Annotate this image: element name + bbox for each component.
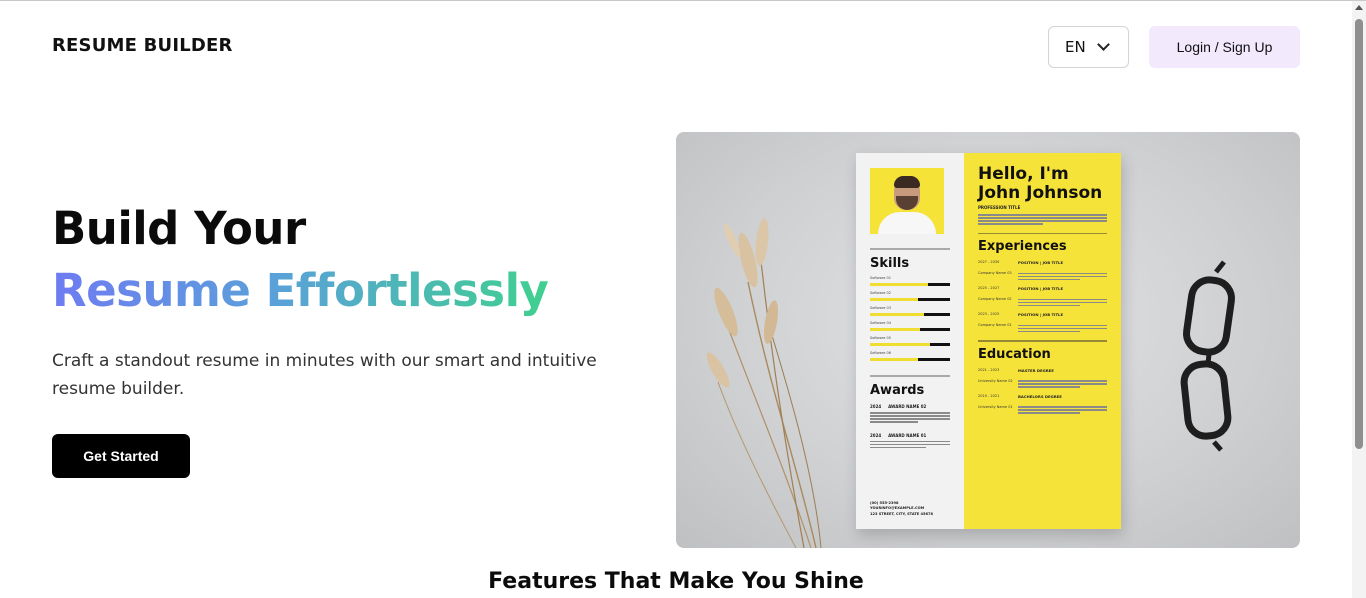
hero-image: Skills Software 01 Software 02 Software …	[676, 132, 1300, 548]
skill-item: Software 01	[870, 276, 950, 286]
avatar	[870, 168, 944, 234]
resume-education-heading: Education	[978, 346, 1051, 362]
scroll-up-arrow-icon[interactable]	[1355, 5, 1363, 10]
education-item: 2019 - 2021 BACHELORS DEGREE University N…	[978, 394, 1107, 414]
resume-left-column: Skills Software 01 Software 02 Software …	[856, 153, 964, 529]
scrollbar-thumb[interactable]	[1355, 19, 1363, 449]
language-select[interactable]: EN	[1048, 26, 1129, 68]
resume-right-column: Hello, I'm John Johnson PROFESSION TITLE…	[964, 153, 1121, 529]
page-scrollbar[interactable]	[1352, 1, 1366, 598]
education-item: 2021 - 2023 MASTER DEGREE University Name…	[978, 368, 1107, 388]
resume-template-preview: Skills Software 01 Software 02 Software …	[856, 153, 1121, 529]
features-heading: Features That Make You Shine	[488, 569, 864, 594]
resume-greeting: Hello, I'm John Johnson	[978, 164, 1103, 203]
skill-item: Software 03	[870, 306, 950, 316]
award-item: 2024 AWARD NAME 01	[870, 433, 950, 448]
hero-subtitle: Craft a standout resume in minutes with …	[52, 351, 597, 399]
experience-item: 2023 - 2025 POSITION | JOB TITLE Company …	[978, 312, 1107, 332]
skill-item: Software 02	[870, 291, 950, 301]
login-signup-button[interactable]: Login / Sign Up	[1149, 26, 1300, 68]
get-started-button[interactable]: Get Started	[52, 434, 190, 478]
chevron-down-icon	[1097, 38, 1110, 51]
top-border	[0, 0, 1366, 1]
experience-item: 2025 - 2027 POSITION | JOB TITLE Company …	[978, 286, 1107, 306]
skill-item: Software 06	[870, 351, 950, 361]
hero-title-line1: Build Your	[52, 202, 306, 255]
skill-item: Software 05	[870, 336, 950, 346]
resume-awards-heading: Awards	[870, 383, 925, 398]
skill-item: Software 04	[870, 321, 950, 331]
resume-profession: PROFESSION TITLE	[978, 205, 1021, 210]
hero-title-line2: Resume Effortlessly	[52, 264, 549, 317]
resume-skills-list: Software 01 Software 02 Software 03 Soft…	[870, 276, 950, 361]
award-item: 2024 AWARD NAME 02	[870, 404, 950, 423]
resume-experiences-heading: Experiences	[978, 239, 1067, 254]
brand-logo[interactable]: RESUME BUILDER	[52, 35, 233, 56]
resume-skills-heading: Skills	[870, 256, 910, 271]
resume-contact: (00) 555-2398 YOURINFO@EXAMPLE.COM 123 S…	[870, 500, 933, 516]
language-value: EN	[1065, 38, 1086, 56]
experience-item: 2027 - 2030 POSITION | JOB TITLE Company …	[978, 260, 1107, 280]
